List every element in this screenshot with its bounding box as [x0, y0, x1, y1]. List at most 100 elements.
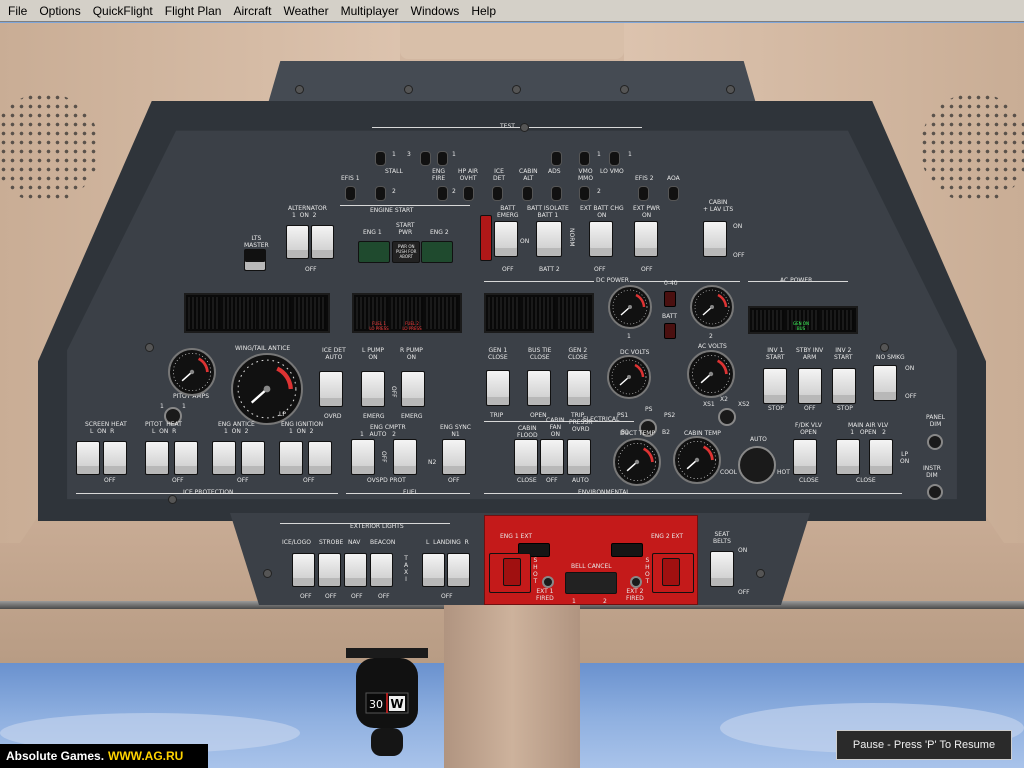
main-air-vlv-1-switch[interactable]	[836, 439, 860, 475]
eng-antice-1-switch[interactable]	[212, 441, 236, 475]
test-toggle-lower[interactable]	[638, 186, 649, 201]
eng-ignition-2-switch[interactable]	[308, 441, 332, 475]
label-ps: PS	[645, 406, 653, 413]
menu-windows[interactable]: Windows	[405, 2, 466, 20]
label-efis2: EFIS 2	[635, 175, 654, 182]
eng2-shot-button[interactable]	[662, 558, 680, 586]
beacon-switch[interactable]	[370, 553, 393, 587]
stby-inv-switch[interactable]	[798, 368, 822, 404]
screen-heat-l-switch[interactable]	[76, 441, 100, 475]
eng-cmptr-2-switch[interactable]	[393, 439, 417, 475]
test-toggle-lower[interactable]	[463, 186, 474, 201]
eng-sync-switch[interactable]	[442, 439, 466, 475]
eng-ignition-1-switch[interactable]	[279, 441, 303, 475]
label-off: OFF	[905, 393, 917, 400]
label-exterior-lights: EXTERIOR LIGHTS	[350, 523, 404, 530]
test-toggle-lower[interactable]	[551, 186, 562, 201]
menu-options[interactable]: Options	[33, 2, 86, 20]
batt-emerg-switch[interactable]	[494, 221, 518, 257]
screen-heat-r-switch[interactable]	[103, 441, 127, 475]
batt-isolate-switch[interactable]	[536, 221, 562, 257]
cabin-flood-switch[interactable]	[514, 439, 538, 475]
label-taxi: T A X I	[404, 555, 409, 583]
batt-emerg-guard[interactable]	[480, 215, 492, 261]
label-off: OFF	[303, 477, 315, 484]
test-toggle-lower[interactable]	[345, 186, 356, 201]
eng-antice-2-switch[interactable]	[241, 441, 265, 475]
label-n3: 3	[407, 151, 411, 158]
test-toggle-upper[interactable]	[551, 151, 562, 166]
menu-file[interactable]: File	[2, 2, 33, 20]
menu-multiplayer[interactable]: Multiplayer	[335, 2, 405, 20]
alternator-1-switch[interactable]	[286, 225, 309, 259]
main-air-vlv-2-switch[interactable]	[869, 439, 893, 475]
ext-batt-chg-switch[interactable]	[589, 221, 613, 257]
ac-volts-selector[interactable]	[718, 408, 736, 426]
test-toggle-lower[interactable]	[522, 186, 533, 201]
menu-flight-plan[interactable]: Flight Plan	[159, 2, 228, 20]
inv1-switch[interactable]	[763, 368, 787, 404]
fdk-vlv-switch[interactable]	[793, 439, 817, 475]
label-l-pump: L PUMP ON	[362, 347, 385, 361]
landing-r-switch[interactable]	[447, 553, 470, 587]
ext1-fired-light	[542, 576, 554, 588]
test-toggle-lower[interactable]	[492, 186, 503, 201]
label-off: OFF	[390, 386, 397, 398]
test-toggle-lower[interactable]	[579, 186, 590, 201]
magnetic-compass: 30 W	[346, 648, 428, 756]
test-toggle-upper[interactable]	[579, 151, 590, 166]
ext2-fired-light	[630, 576, 642, 588]
l-pump-switch[interactable]	[361, 371, 385, 407]
ext-pwr-switch[interactable]	[634, 221, 658, 257]
ice-det-auto-switch[interactable]	[319, 371, 343, 407]
no-smkg-switch[interactable]	[873, 365, 897, 401]
test-toggle-upper[interactable]	[420, 151, 431, 166]
seat-belts-switch[interactable]	[710, 551, 734, 587]
test-toggle-upper[interactable]	[609, 151, 620, 166]
cabin-temp-selector[interactable]	[738, 446, 776, 484]
menu-aircraft[interactable]: Aircraft	[227, 2, 277, 20]
bus-tie-switch[interactable]	[527, 370, 551, 406]
cabin-lav-lts-switch[interactable]	[703, 221, 727, 257]
label-off: OFF	[305, 266, 317, 273]
label-lp: LP	[279, 411, 286, 418]
cabin-fan-switch[interactable]	[540, 439, 564, 475]
ceiling-top-panel	[400, 23, 624, 59]
lts-master-button[interactable]	[244, 249, 266, 271]
label-lonr: L ON R	[152, 428, 177, 435]
label-ext-pwr: EXT PWR ON	[633, 205, 661, 219]
panel-divider	[372, 127, 642, 128]
pitot-heat-l-switch[interactable]	[145, 441, 169, 475]
label-ice-det-auto: ICE DET AUTO	[322, 347, 346, 361]
alternator-2-switch[interactable]	[311, 225, 334, 259]
panel-screw	[756, 569, 765, 578]
menu-weather[interactable]: Weather	[277, 2, 334, 20]
eng1-shot-button[interactable]	[503, 558, 521, 586]
label-open: OPEN	[530, 412, 547, 419]
inv2-switch[interactable]	[832, 368, 856, 404]
test-toggle-upper[interactable]	[375, 151, 386, 166]
panel-dim-knob[interactable]	[927, 434, 943, 450]
ice-logo-switch[interactable]	[292, 553, 315, 587]
landing-l-switch[interactable]	[422, 553, 445, 587]
instr-dim-knob[interactable]	[927, 484, 943, 500]
pitot-heat-r-switch[interactable]	[174, 441, 198, 475]
label-ice-det: ICE DET	[493, 168, 506, 182]
eng1-start-light[interactable]	[358, 241, 390, 263]
test-toggle-upper[interactable]	[437, 151, 448, 166]
nav-switch[interactable]	[344, 553, 367, 587]
eng-cmptr-1-switch[interactable]	[351, 439, 375, 475]
pressr-ovrd-switch[interactable]	[567, 439, 591, 475]
gen1-switch[interactable]	[486, 370, 510, 406]
r-pump-switch[interactable]	[401, 371, 425, 407]
bell-cancel-button[interactable]	[565, 572, 617, 594]
test-toggle-lower[interactable]	[437, 186, 448, 201]
menu-help[interactable]: Help	[465, 2, 502, 20]
menu-quickflight[interactable]: QuickFlight	[87, 2, 159, 20]
test-toggle-lower[interactable]	[375, 186, 386, 201]
strobe-switch[interactable]	[318, 553, 341, 587]
test-toggle-lower[interactable]	[668, 186, 679, 201]
eng2-start-light[interactable]	[421, 241, 453, 263]
gen2-switch[interactable]	[567, 370, 591, 406]
label-ext-batt: EXT BATT CHG ON	[580, 205, 624, 219]
